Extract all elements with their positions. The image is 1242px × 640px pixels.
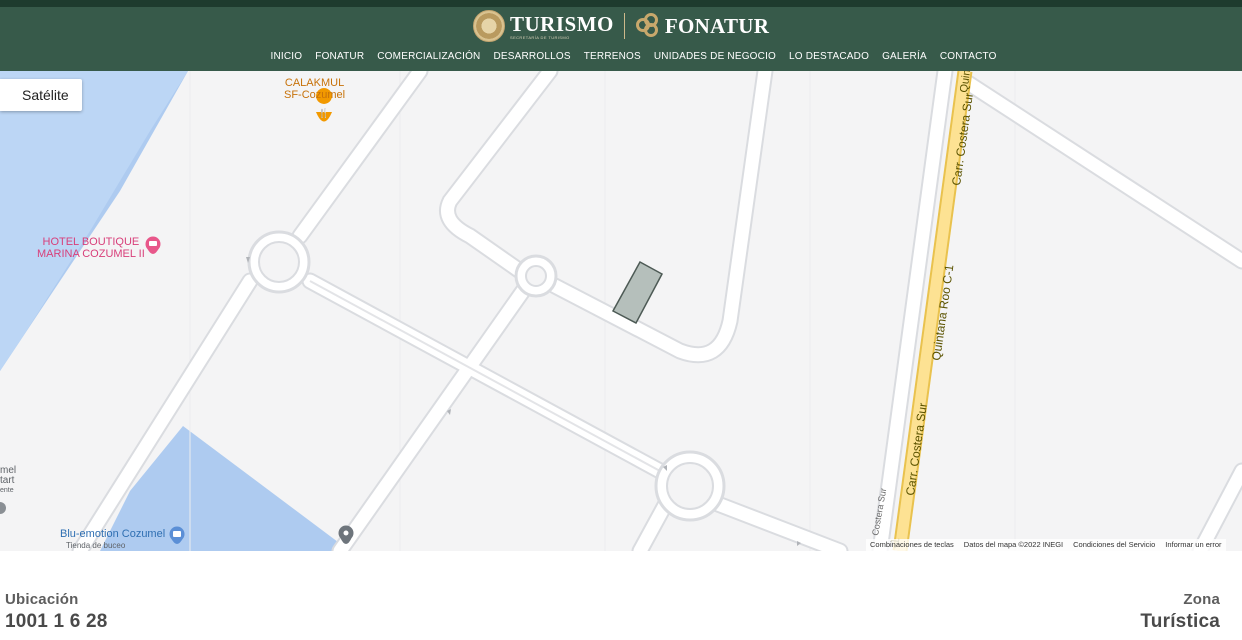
terms-link[interactable]: Condiciones del Servicio: [1073, 540, 1155, 550]
nav-inicio[interactable]: INICIO: [264, 51, 309, 63]
fork-knife-icon: 🍴: [318, 107, 329, 119]
keyboard-shortcuts-link[interactable]: Combinaciones de teclas: [870, 540, 954, 550]
poi-hotel-boutique[interactable]: HOTEL BOUTIQUE MARINA COZUMEL II: [37, 236, 145, 260]
brand-turismo-subtitle: SECRETARÍA DE TURISMO: [510, 35, 570, 40]
partial-marker-icon: [0, 502, 6, 514]
hotel-marker-tail: [147, 248, 159, 254]
map-canvas: 🍴 Carr. Costera Sur Quintana Roo C-1 Car…: [0, 71, 1242, 551]
zone-value: Turística: [1140, 611, 1220, 632]
map-data-credit: Datos del mapa ©2022 INEGI: [963, 540, 1064, 549]
brand-fonatur: FONATUR: [664, 13, 770, 38]
nav-fonatur[interactable]: FONATUR: [309, 51, 371, 63]
nav-desarrollos[interactable]: DESARROLLOS: [487, 51, 577, 63]
satellite-toggle-button[interactable]: Satélite: [0, 79, 82, 111]
bed-icon: [149, 241, 157, 246]
poi-partial: mel tart ente: [0, 466, 16, 496]
place-dot-icon: [343, 530, 349, 536]
report-error-link[interactable]: Informar un error: [1165, 540, 1221, 550]
nav-lo-destacado[interactable]: LO DESTACADO: [783, 51, 876, 63]
lot-parcel[interactable]: [611, 260, 664, 325]
nav-comercializacion[interactable]: COMERCIALIZACIÓN: [371, 51, 487, 63]
roundabout-island: [525, 265, 547, 287]
location-info: Ubicación 1001 1 6 28: [5, 591, 108, 633]
nav-unidades-de-negocio[interactable]: UNIDADES DE NEGOCIO: [647, 51, 782, 63]
mexico-seal-icon: [473, 10, 505, 42]
nav-terrenos[interactable]: TERRENOS: [577, 51, 647, 63]
nav-contacto[interactable]: CONTACTO: [933, 51, 1003, 63]
fonatur-logo-icon: [635, 13, 662, 39]
logo-divider: [623, 13, 625, 39]
top-bar: [0, 0, 1242, 7]
zone-label: Zona: [1183, 591, 1220, 608]
brand-logos[interactable]: TURISMO SECRETARÍA DE TURISMO FONATUR: [473, 10, 769, 42]
poi-calakmul-name: CALAKMUL: [284, 77, 345, 89]
brand-turismo: TURISMO: [510, 12, 614, 36]
poi-partial-line-3: ente: [0, 487, 14, 494]
zone-info: Zona Turística: [1140, 591, 1220, 633]
road: [958, 74, 1242, 268]
roundabout-island: [666, 462, 714, 510]
bag-icon: [173, 531, 181, 537]
main-nav: INICIO FONATUR COMERCIALIZACIÓN DESARROL…: [264, 51, 1003, 63]
road: [703, 494, 847, 551]
poi-partial-line-2: tart: [0, 475, 15, 486]
poi-hotel-name: HOTEL BOUTIQUE: [42, 236, 140, 248]
poi-blu-name: Blu-emotion Cozumel: [60, 528, 166, 540]
roundabout-island: [258, 241, 300, 283]
poi-hotel-subname: MARINA COZUMEL II: [37, 248, 145, 260]
map-attribution: Combinaciones de teclas Datos del mapa ©…: [866, 539, 1226, 551]
road: [548, 71, 772, 362]
nav-galeria[interactable]: GALERÍA: [876, 51, 934, 63]
poi-blu-emotion[interactable]: Blu-emotion Cozumel Tienda de buceo: [60, 528, 165, 551]
map-view[interactable]: 🍴 Carr. Costera Sur Quintana Roo C-1 Car…: [0, 71, 1242, 551]
location-label: Ubicación: [5, 591, 79, 608]
poi-calakmul[interactable]: CALAKMUL SF-Cozumel: [284, 77, 345, 101]
site-header: TURISMO SECRETARÍA DE TURISMO FONATUR IN…: [0, 7, 1242, 71]
poi-blu-category: Tienda de buceo: [66, 541, 126, 550]
poi-calakmul-subname: SF-Cozumel: [284, 89, 346, 101]
location-value: 1001 1 6 28: [5, 611, 108, 632]
